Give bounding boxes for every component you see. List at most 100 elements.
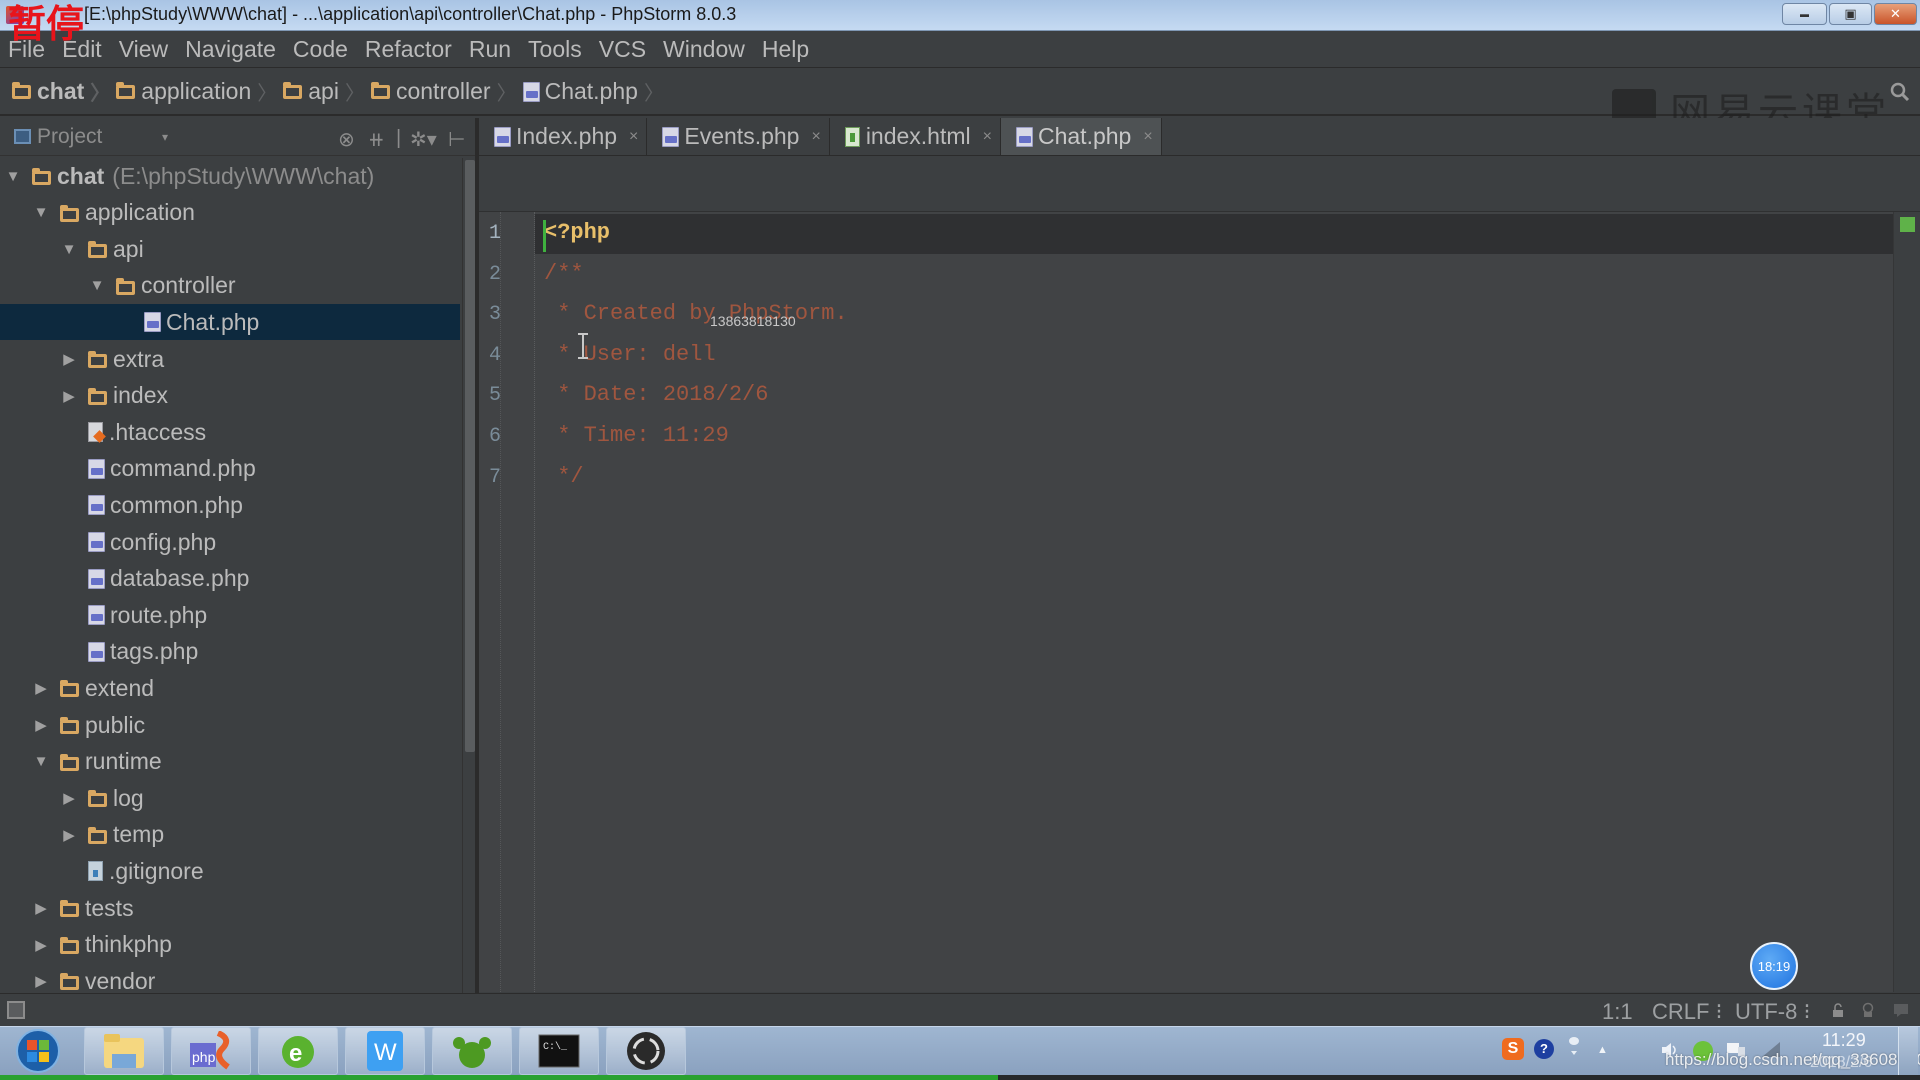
taskbar-wps[interactable]: W: [345, 1027, 425, 1075]
menu-run[interactable]: Run: [469, 36, 511, 63]
collapsed-arrow-icon[interactable]: ▶: [60, 350, 78, 368]
sogou-ime-icon[interactable]: S: [1502, 1038, 1524, 1060]
recording-timer-badge[interactable]: 18:19: [1750, 942, 1798, 990]
collapsed-arrow-icon[interactable]: ▶: [32, 936, 50, 954]
show-desktop-button[interactable]: [1898, 1027, 1918, 1075]
hector-icon[interactable]: [1860, 1002, 1876, 1018]
taskbar-obs[interactable]: [606, 1027, 686, 1075]
tree-item-command-php[interactable]: command.php: [0, 451, 460, 487]
video-progress-bar[interactable]: [0, 1075, 1920, 1080]
tree-item-common-php[interactable]: common.php: [0, 487, 460, 523]
tree-item-application[interactable]: ▼ application: [0, 195, 460, 231]
tab-events-php[interactable]: Events.php ×: [647, 118, 830, 155]
tree-item-index[interactable]: ▶ index: [0, 378, 460, 414]
expanded-arrow-icon[interactable]: ▼: [88, 277, 106, 294]
collapsed-arrow-icon[interactable]: ▶: [60, 789, 78, 807]
taskbar-phpstorm[interactable]: php: [171, 1027, 251, 1075]
taskbar-clock-time[interactable]: 11:29: [1822, 1030, 1866, 1051]
hide-panel-icon[interactable]: ⊢: [448, 127, 465, 152]
scrollbar-thumb[interactable]: [465, 160, 475, 752]
taskbar-file-explorer[interactable]: [84, 1027, 164, 1075]
tab-index-html[interactable]: index.html ×: [830, 118, 1001, 155]
collapsed-arrow-icon[interactable]: ▶: [32, 679, 50, 697]
php-open-tag[interactable]: <?php: [544, 220, 610, 245]
doc-comment-line[interactable]: /**: [544, 261, 584, 286]
taskbar-browser[interactable]: e: [258, 1027, 338, 1075]
tree-item-log[interactable]: ▶ log: [0, 780, 460, 816]
tree-item-chat[interactable]: ▼ chat (E:\phpStudy\WWW\chat): [0, 158, 460, 194]
encoding-selector[interactable]: UTF-8 ⁝: [1735, 999, 1810, 1025]
tab-index-php[interactable]: Index.php ×: [479, 118, 648, 155]
close-button[interactable]: ✕: [1874, 3, 1917, 25]
breadcrumb-controller[interactable]: controller 〉: [370, 77, 517, 106]
show-hidden-icons-button[interactable]: ▲: [1597, 1044, 1608, 1056]
tree-item-vendor[interactable]: ▶ vendor: [0, 963, 460, 993]
tree-item-runtime[interactable]: ▼ runtime: [0, 744, 460, 780]
tool-windows-toggle-icon[interactable]: [7, 1001, 25, 1019]
doc-comment-line[interactable]: * Created by PhpStorm.: [544, 301, 847, 326]
tab-close-icon[interactable]: ×: [811, 128, 820, 146]
tree-item-htaccess[interactable]: .htaccess: [0, 414, 460, 450]
tab-close-icon[interactable]: ×: [983, 128, 992, 146]
unlock-icon[interactable]: [1830, 1002, 1846, 1018]
analysis-ok-icon[interactable]: [1900, 217, 1915, 232]
taskbar-cmd[interactable]: C:\_: [519, 1027, 599, 1075]
settings-icon[interactable]: ✲▾: [410, 127, 437, 152]
doc-comment-line[interactable]: * User: dell: [544, 342, 715, 367]
collapsed-arrow-icon[interactable]: ▶: [32, 899, 50, 917]
breadcrumb-application[interactable]: application 〉: [116, 77, 277, 106]
chevron-down-icon[interactable]: ▾: [162, 130, 168, 144]
restore-button[interactable]: ▣: [1829, 3, 1872, 25]
editor[interactable]: [479, 212, 1899, 992]
collapsed-arrow-icon[interactable]: ▶: [32, 972, 50, 990]
tree-item-route-php[interactable]: route.php: [0, 597, 460, 633]
tab-close-icon[interactable]: ×: [1143, 128, 1152, 146]
tab-chat-php[interactable]: Chat.php ×: [1000, 118, 1162, 155]
project-tree-scrollbar[interactable]: [462, 158, 475, 993]
menu-vcs[interactable]: VCS: [599, 36, 646, 63]
help-tray-icon[interactable]: ?: [1534, 1039, 1554, 1059]
menu-refactor[interactable]: Refactor: [365, 36, 452, 63]
line-separator-selector[interactable]: CRLF ⁝: [1652, 999, 1723, 1025]
expanded-arrow-icon[interactable]: ▼: [4, 168, 22, 185]
tree-item-temp[interactable]: ▶ temp: [0, 817, 460, 853]
menu-view[interactable]: View: [119, 36, 168, 63]
tree-item-database-php[interactable]: database.php: [0, 561, 460, 597]
expanded-arrow-icon[interactable]: ▼: [32, 204, 50, 221]
menu-navigate[interactable]: Navigate: [185, 36, 276, 63]
tree-item-tests[interactable]: ▶ tests: [0, 890, 460, 926]
expanded-arrow-icon[interactable]: ▼: [32, 753, 50, 770]
event-log-icon[interactable]: [1893, 1002, 1909, 1018]
search-icon[interactable]: [1890, 82, 1910, 102]
menu-window[interactable]: Window: [663, 36, 745, 63]
doc-comment-line[interactable]: */: [544, 464, 583, 489]
error-stripe[interactable]: [1893, 212, 1920, 992]
tree-item-extend[interactable]: ▶ extend: [0, 670, 460, 706]
collapsed-arrow-icon[interactable]: ▶: [60, 826, 78, 844]
tree-item-gitignore[interactable]: .gitignore: [0, 853, 460, 889]
scroll-from-source-icon[interactable]: ⊗: [338, 127, 355, 152]
tree-item-public[interactable]: ▶ public: [0, 707, 460, 743]
tree-item-tags-php[interactable]: tags.php: [0, 634, 460, 670]
breadcrumb-chat[interactable]: chat 〉: [12, 77, 110, 106]
menu-code[interactable]: Code: [293, 36, 348, 63]
doc-comment-line[interactable]: * Time: 11:29: [544, 423, 729, 448]
doc-comment-line[interactable]: * Date: 2018/2/6: [544, 382, 768, 407]
menu-tools[interactable]: Tools: [528, 36, 582, 63]
minimize-button[interactable]: ▬: [1782, 3, 1827, 25]
tree-item-config-php[interactable]: config.php: [0, 524, 460, 560]
network-status-icon[interactable]: [1568, 1035, 1580, 1057]
tree-item-chat-php[interactable]: Chat.php: [0, 304, 460, 341]
breadcrumb-chat-php[interactable]: Chat.php 〉: [522, 77, 664, 106]
tab-close-icon[interactable]: ×: [629, 128, 638, 146]
project-view-selector[interactable]: Project: [37, 125, 102, 149]
collapse-all-icon[interactable]: ⧺: [368, 127, 385, 152]
collapsed-arrow-icon[interactable]: ▶: [32, 716, 50, 734]
tree-item-extra[interactable]: ▶ extra: [0, 341, 460, 377]
tree-item-api[interactable]: ▼ api: [0, 231, 460, 267]
taskbar-navicat[interactable]: [432, 1027, 512, 1075]
tree-item-thinkphp[interactable]: ▶ thinkphp: [0, 927, 460, 963]
menu-help[interactable]: Help: [762, 36, 809, 63]
caret-position[interactable]: 1:1: [1602, 999, 1633, 1025]
expanded-arrow-icon[interactable]: ▼: [60, 241, 78, 258]
